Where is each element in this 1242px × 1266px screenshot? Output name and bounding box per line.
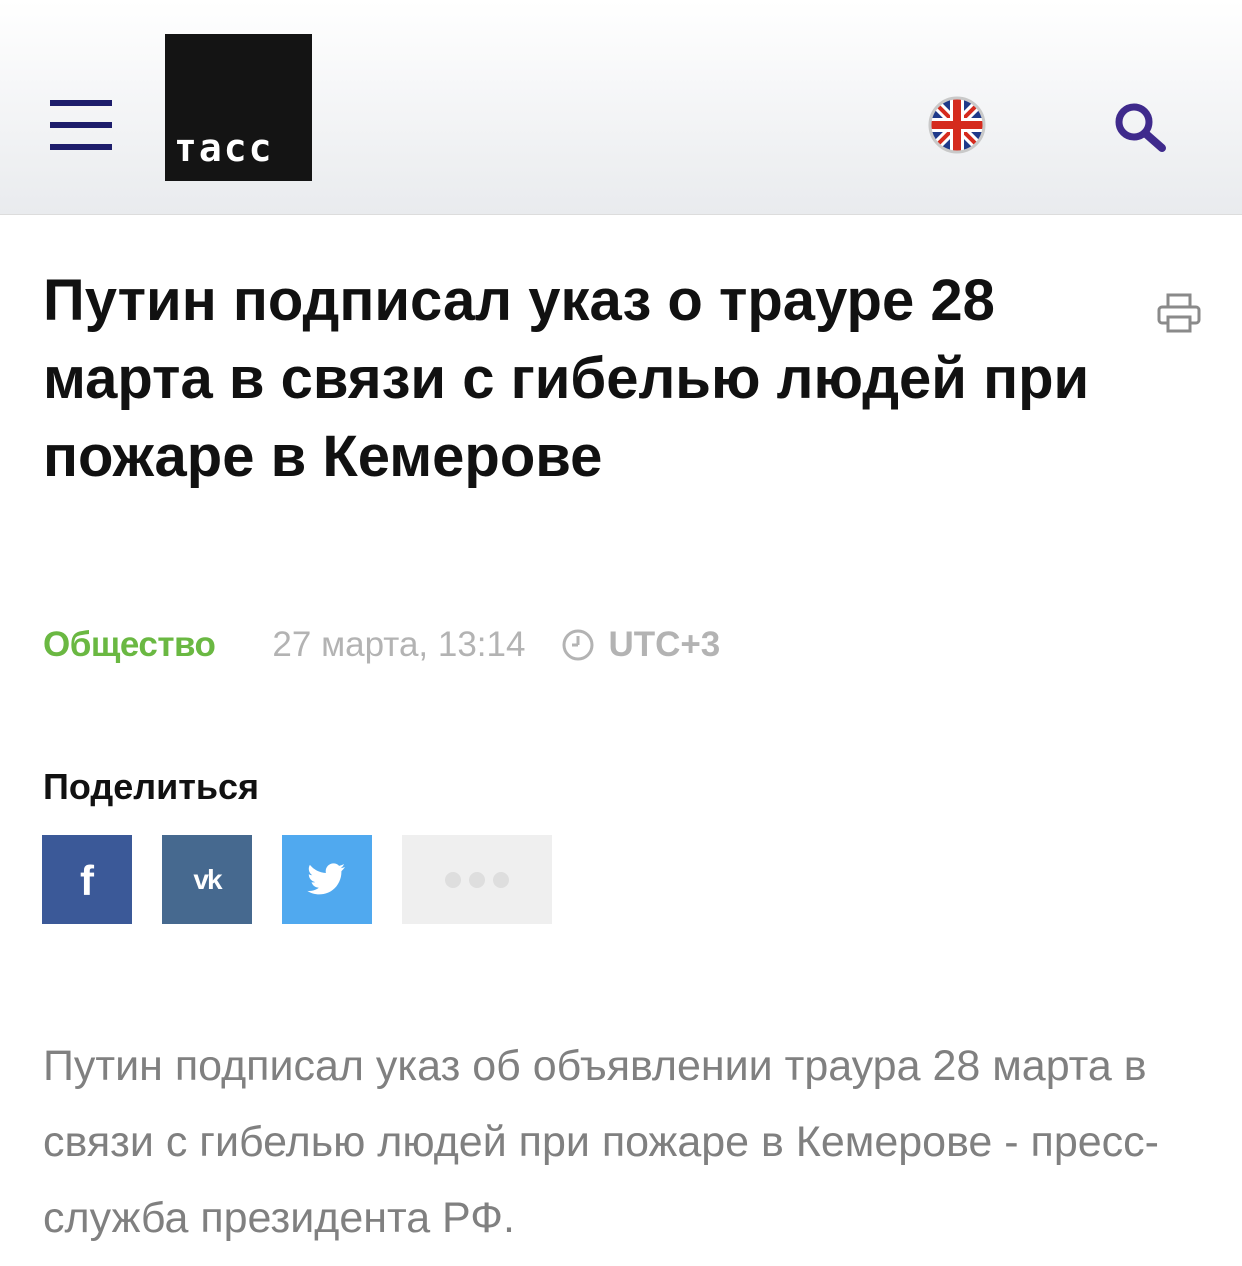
menu-button[interactable]	[50, 100, 112, 152]
tass-logo[interactable]: тасс	[165, 34, 312, 181]
print-button[interactable]	[1156, 292, 1202, 334]
share-more-button[interactable]	[402, 835, 552, 924]
article-lead: Путин подписал указ об объявлении траура…	[43, 1042, 1159, 1242]
uk-flag-icon	[928, 96, 986, 154]
search-button[interactable]	[1110, 100, 1174, 156]
share-vk-button[interactable]: vk	[162, 835, 252, 924]
category-link[interactable]: Общество	[43, 625, 216, 665]
twitter-bird-icon	[307, 862, 345, 894]
hamburger-menu-icon	[50, 100, 112, 106]
printer-icon	[1157, 293, 1201, 333]
publish-date: 27 марта, 13:14	[272, 625, 526, 664]
article-meta: Общество 27 марта, 13:14 UTC+3	[43, 622, 720, 668]
timezone-label: UTC+3	[608, 625, 721, 664]
share-facebook-button[interactable]: f	[42, 835, 132, 924]
site-header: тасс	[0, 0, 1242, 215]
search-icon	[1115, 103, 1166, 152]
logo-text: тасс	[174, 126, 274, 170]
svg-text:f: f	[80, 858, 95, 902]
svg-text:vk: vk	[193, 865, 223, 895]
share-twitter-button[interactable]	[282, 835, 372, 924]
vk-icon: vk	[193, 865, 225, 895]
clock-icon	[561, 628, 595, 662]
more-dots-icon	[441, 871, 513, 888]
facebook-icon: f	[80, 858, 95, 902]
article-title: Путин подписал указ о трауре 28 марта в …	[43, 268, 1090, 489]
language-switch-button[interactable]	[928, 96, 986, 154]
share-title: Поделиться	[43, 766, 260, 807]
